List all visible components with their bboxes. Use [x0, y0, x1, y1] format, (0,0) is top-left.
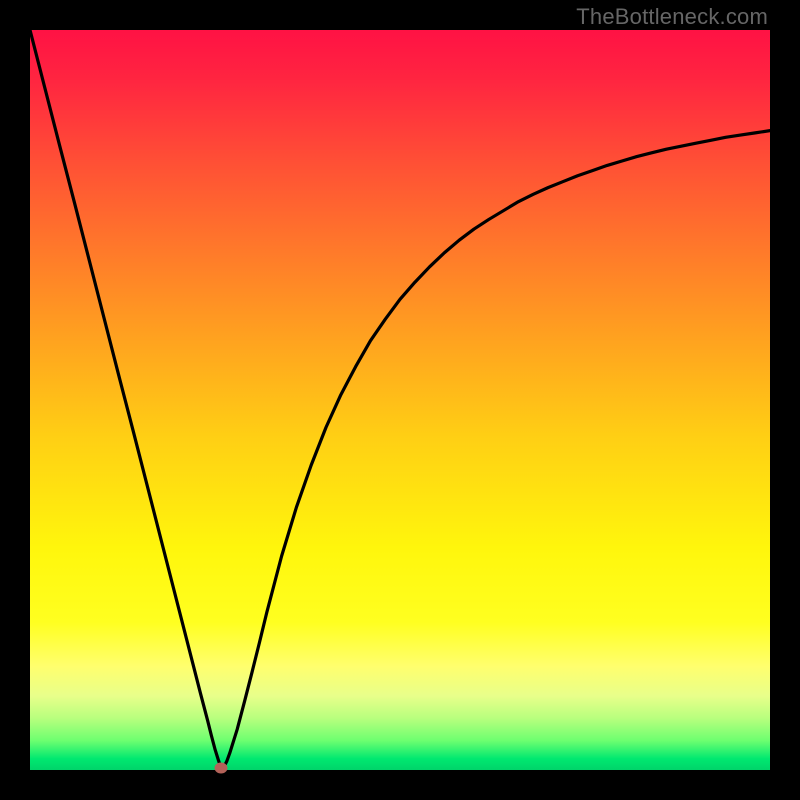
- watermark-text: TheBottleneck.com: [576, 4, 768, 30]
- chart-svg: [30, 30, 770, 770]
- gradient-background: [30, 30, 770, 770]
- chart-frame: [30, 30, 770, 770]
- minimum-marker: [214, 762, 227, 773]
